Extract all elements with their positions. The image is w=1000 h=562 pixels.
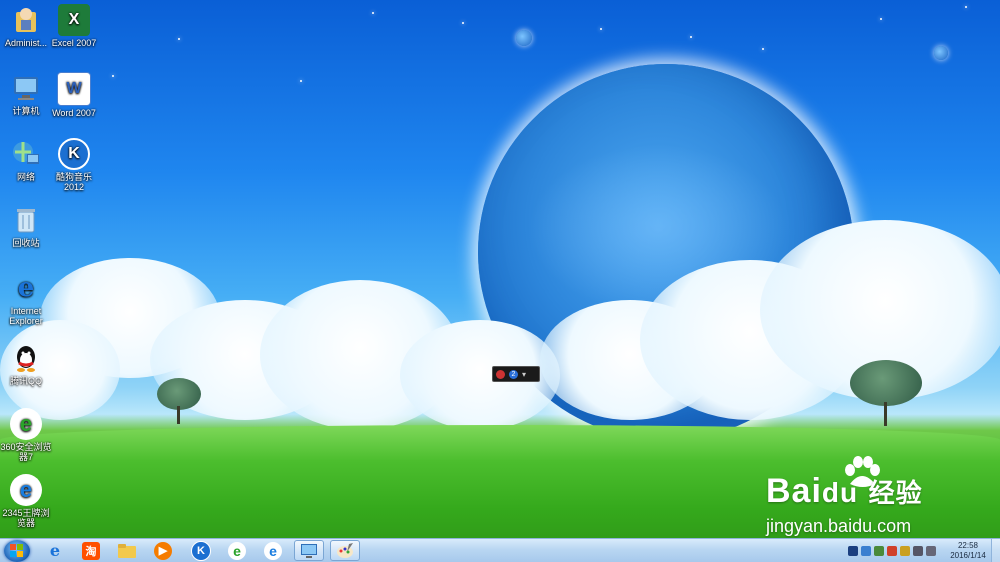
- star: [965, 6, 967, 8]
- taskbar-kugou[interactable]: K: [186, 540, 216, 561]
- network-tray-icon[interactable]: [861, 546, 871, 556]
- recycle-bin-icon: [10, 204, 42, 236]
- browser-2345-icon: e: [264, 541, 282, 560]
- small-moon: [934, 46, 948, 60]
- watermark-brand: Baidu 经验: [766, 472, 923, 510]
- star: [600, 28, 602, 30]
- desktop-icon-label: Word 2007: [52, 108, 96, 118]
- star: [762, 48, 764, 50]
- taskbar: e 淘 ▶ K e e 22:58 2016/1/14: [0, 538, 1000, 562]
- ime-icon[interactable]: [926, 546, 936, 556]
- desktop-icon-network[interactable]: 网络: [0, 138, 52, 182]
- browser-360-icon: e: [228, 541, 246, 560]
- taskbar-media-player[interactable]: ▶: [148, 540, 178, 561]
- star: [462, 22, 464, 24]
- desktop-icon-2345-browser[interactable]: e 2345王牌浏 览器: [0, 474, 52, 528]
- volume-icon[interactable]: [913, 546, 923, 556]
- taskbar-360-browser[interactable]: e: [222, 540, 252, 561]
- word-icon: W: [57, 72, 91, 106]
- power-icon[interactable]: [900, 546, 910, 556]
- small-moon: [516, 30, 532, 46]
- app-icon: [496, 369, 505, 379]
- desktop-icon-label: 酷狗音乐 2012: [55, 172, 92, 192]
- taobao-icon: 淘: [82, 541, 100, 560]
- folder-icon: [118, 543, 136, 558]
- taskbar-remote-desktop[interactable]: [294, 540, 324, 561]
- paint-icon: [337, 542, 353, 558]
- desktop-icon-label: Excel 2007: [51, 38, 97, 48]
- desktop-icon-administrator[interactable]: Administ...: [0, 4, 52, 48]
- desktop-icon-word[interactable]: W Word 2007: [48, 72, 100, 118]
- excel-icon: X: [58, 4, 90, 36]
- desktop-icon-label: Administ...: [4, 38, 47, 48]
- taskbar-internet-explorer[interactable]: e: [40, 540, 70, 561]
- taskbar-2345-browser[interactable]: e: [258, 540, 288, 561]
- taskbar-taobao[interactable]: 淘: [76, 540, 106, 561]
- desktop-icon-label: 腾讯QQ: [9, 376, 42, 386]
- chevron-down-icon[interactable]: ▾: [522, 370, 526, 379]
- desktop-icon-360-browser[interactable]: e 360安全浏览 器7: [0, 408, 52, 462]
- desktop-icon-computer[interactable]: 计算机: [0, 72, 52, 116]
- desktop-icon-label: 360安全浏览 器7: [0, 442, 52, 462]
- tree: [155, 378, 203, 424]
- taskbar-paint[interactable]: [330, 540, 360, 561]
- bluetooth-icon[interactable]: [848, 546, 858, 556]
- media-player-icon: ▶: [154, 541, 172, 560]
- taskbar-clock[interactable]: 22:58 2016/1/14: [944, 541, 992, 561]
- star: [112, 75, 114, 77]
- computer-icon: [10, 72, 42, 104]
- remote-desktop-icon: [301, 543, 317, 558]
- network-icon: [10, 138, 42, 170]
- star: [300, 80, 302, 82]
- desktop-icon-label: Internet Explorer: [9, 306, 43, 326]
- user-folder-icon: [10, 4, 42, 36]
- desktop-icon-label: 2345王牌浏 览器: [2, 508, 50, 528]
- taskbar-file-explorer[interactable]: [112, 540, 142, 561]
- start-button[interactable]: [4, 540, 30, 562]
- desktop-icon-label: 计算机: [12, 106, 40, 116]
- desktop-icon-label: 回收站: [12, 238, 40, 248]
- kugou-music-icon: K: [58, 138, 90, 170]
- internet-explorer-icon: e: [49, 541, 61, 560]
- desktop-icon-recycle-bin[interactable]: 回收站: [0, 204, 52, 248]
- desktop-icon-kugou[interactable]: K 酷狗音乐 2012: [48, 138, 100, 192]
- browser-2345-icon: e: [10, 474, 42, 506]
- desktop-icon-excel[interactable]: X Excel 2007: [48, 4, 100, 48]
- show-desktop-button[interactable]: [991, 539, 1000, 562]
- desktop-icon-internet-explorer[interactable]: e Internet Explorer: [0, 272, 52, 326]
- clock-time: 22:58: [957, 541, 979, 550]
- badge-icon: 2: [509, 369, 518, 379]
- security-icon[interactable]: [874, 546, 884, 556]
- system-tray: [848, 542, 938, 560]
- tree: [848, 360, 924, 426]
- internet-explorer-icon: e: [17, 273, 35, 303]
- clock-date: 2016/1/14: [950, 551, 986, 560]
- star: [690, 36, 692, 38]
- browser-360-icon: e: [10, 408, 42, 440]
- star: [880, 18, 882, 20]
- star: [372, 12, 374, 14]
- flag-icon[interactable]: [887, 546, 897, 556]
- desktop-icon-label: 网络: [16, 172, 35, 182]
- floating-mini-toolbar[interactable]: 2 ▾: [492, 366, 540, 382]
- baidu-jingyan-watermark: Baidu 经验 jingyan.baidu.com: [766, 456, 996, 536]
- qq-icon: [10, 342, 42, 374]
- kugou-icon: K: [191, 540, 211, 561]
- windows-logo-icon: [10, 544, 23, 557]
- star: [178, 38, 180, 40]
- desktop-icon-qq[interactable]: 腾讯QQ: [0, 342, 52, 386]
- watermark-url: jingyan.baidu.com: [766, 516, 912, 536]
